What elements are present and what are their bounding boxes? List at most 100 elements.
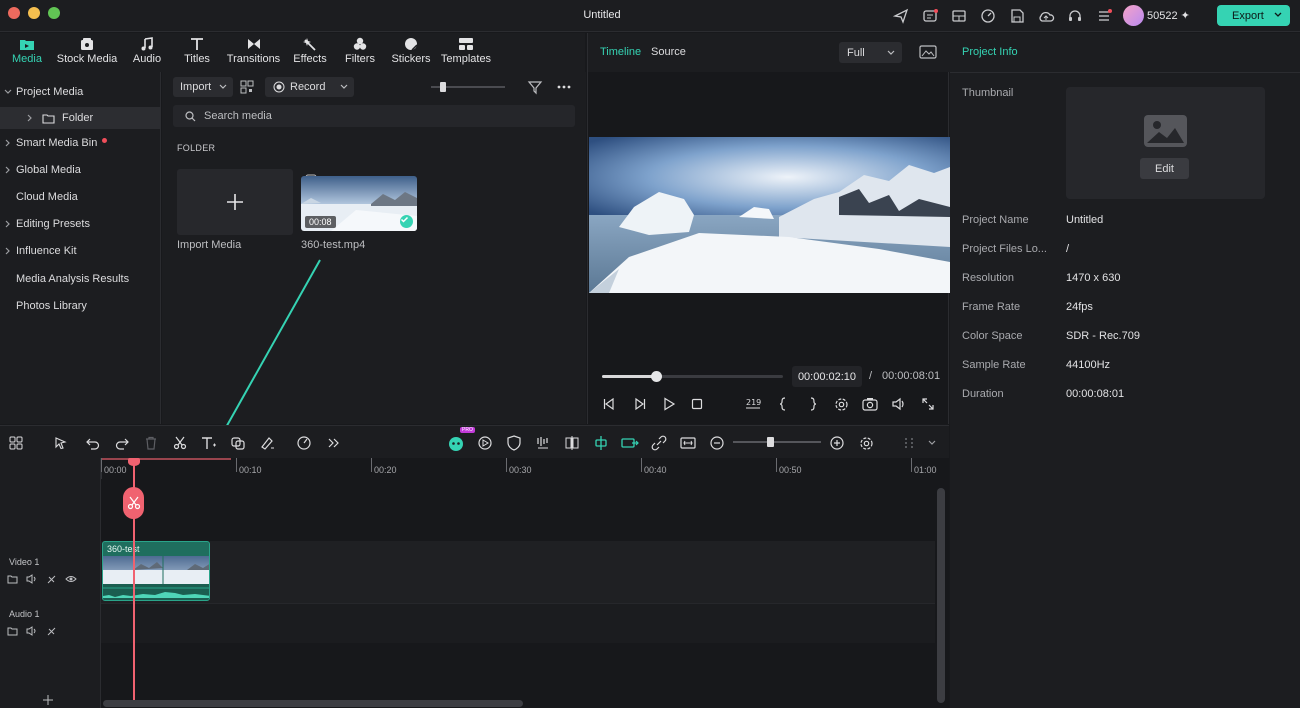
credits-count[interactable]: 50522 ✦ xyxy=(1147,9,1190,22)
import-media-tile[interactable] xyxy=(177,169,293,235)
avatar[interactable] xyxy=(1123,5,1144,26)
crop-icon[interactable] xyxy=(229,434,247,452)
layout-icon[interactable] xyxy=(949,6,969,26)
video-track-row[interactable]: 360-test xyxy=(101,541,935,603)
text-tool-icon[interactable] xyxy=(200,434,218,452)
tab-stock-media[interactable]: Stock Media xyxy=(56,37,118,65)
next-frame-icon[interactable] xyxy=(631,395,649,413)
zoom-in-icon[interactable] xyxy=(828,434,846,452)
folder-icon[interactable] xyxy=(7,574,18,584)
save-icon[interactable] xyxy=(1007,6,1027,26)
video-preview[interactable] xyxy=(589,137,950,293)
thumbnail-edit-button[interactable]: Edit xyxy=(1140,158,1189,179)
slider-knob[interactable] xyxy=(767,437,774,447)
thumbnail-size-slider[interactable] xyxy=(431,82,505,92)
tab-effects[interactable]: Effects xyxy=(291,37,329,65)
snapshot-camera-icon[interactable] xyxy=(861,395,879,413)
cloud-upload-icon[interactable] xyxy=(1036,6,1056,26)
qr-scan-icon[interactable] xyxy=(239,79,255,95)
playback-progress-bar[interactable] xyxy=(602,371,783,382)
tab-audio[interactable]: Audio xyxy=(130,37,164,65)
folder-icon[interactable] xyxy=(7,626,18,636)
news-icon[interactable] xyxy=(920,6,940,26)
layout-grid-icon[interactable] xyxy=(7,434,25,452)
tab-transitions[interactable]: Transitions xyxy=(225,37,282,65)
snap-icon[interactable] xyxy=(592,434,610,452)
settings-gear-icon[interactable] xyxy=(832,395,850,413)
tab-timeline[interactable]: Timeline xyxy=(600,46,641,58)
unlink-icon[interactable] xyxy=(650,434,668,452)
sidebar-item-influence-kit[interactable]: Influence Kit xyxy=(0,240,161,262)
sidebar-item-editing-presets[interactable]: Editing Presets xyxy=(0,213,161,235)
volume-icon[interactable] xyxy=(890,395,908,413)
sidebar-item-folder[interactable]: Folder xyxy=(0,107,161,129)
vertical-scrollbar[interactable] xyxy=(937,488,945,703)
progress-knob[interactable] xyxy=(651,371,663,382)
import-button[interactable]: Import xyxy=(173,77,233,97)
color-pen-icon[interactable] xyxy=(258,434,276,452)
mark-out-icon[interactable] xyxy=(804,395,822,413)
aspect-ratio-icon[interactable]: 219 xyxy=(744,395,762,413)
sidebar-item-smart-media-bin[interactable]: Smart Media Bin xyxy=(0,132,161,154)
sidebar-item-photos-library[interactable]: Photos Library xyxy=(0,295,161,317)
tab-templates[interactable]: Templates xyxy=(440,37,492,65)
send-icon[interactable] xyxy=(891,6,911,26)
drag-handle-icon[interactable] xyxy=(900,434,918,452)
chevron-down-icon[interactable] xyxy=(923,434,941,452)
link-clip-icon[interactable] xyxy=(621,434,639,452)
more-options-icon[interactable] xyxy=(556,79,572,95)
undo-icon[interactable] xyxy=(84,434,102,452)
sidebar-item-global-media[interactable]: Global Media xyxy=(0,159,161,181)
select-pointer-icon[interactable] xyxy=(52,434,70,452)
audio-stretch-icon[interactable] xyxy=(534,434,552,452)
headset-icon[interactable] xyxy=(1065,6,1085,26)
fullscreen-icon[interactable] xyxy=(919,395,937,413)
media-clip-thumbnail[interactable]: 00:08 xyxy=(301,176,417,231)
sidebar-item-cloud-media[interactable]: Cloud Media xyxy=(0,186,161,208)
more-tools-chevron-icon[interactable] xyxy=(325,434,343,452)
record-button[interactable]: Record xyxy=(265,77,354,97)
sidebar-item-project-media[interactable]: Project Media xyxy=(0,81,161,103)
speed-ramp-icon[interactable] xyxy=(295,434,313,452)
tab-titles[interactable]: Titles xyxy=(180,37,214,65)
filter-funnel-icon[interactable] xyxy=(527,79,543,95)
timeline-clip[interactable]: 360-test xyxy=(102,541,210,601)
timeline-settings-icon[interactable] xyxy=(857,434,875,452)
tab-filters[interactable]: Filters xyxy=(342,37,378,65)
split-scissors-icon[interactable] xyxy=(171,434,189,452)
lock-icon[interactable] xyxy=(46,626,57,636)
tab-source[interactable]: Source xyxy=(651,46,686,58)
add-track-icon[interactable] xyxy=(43,695,53,705)
horizontal-scrollbar[interactable] xyxy=(103,700,523,707)
zoom-out-icon[interactable] xyxy=(708,434,726,452)
audio-track-row[interactable] xyxy=(101,603,935,643)
fit-timeline-icon[interactable] xyxy=(679,434,697,452)
zoom-select[interactable]: Full xyxy=(839,42,902,63)
slider-knob[interactable] xyxy=(440,82,446,92)
stop-icon[interactable] xyxy=(688,395,706,413)
sidebar-item-media-analysis[interactable]: Media Analysis Results xyxy=(0,268,161,290)
lock-icon[interactable] xyxy=(46,574,57,584)
volume-icon[interactable] xyxy=(26,626,38,636)
volume-icon[interactable] xyxy=(26,574,38,584)
tab-media[interactable]: Media xyxy=(10,37,44,65)
shield-icon[interactable] xyxy=(505,434,523,452)
mirror-icon[interactable] xyxy=(563,434,581,452)
redo-icon[interactable] xyxy=(113,434,131,452)
export-button[interactable]: Export xyxy=(1217,5,1290,26)
timeline-ruler[interactable]: 00:00 00:10 00:20 00:30 00:40 00:50 01:0… xyxy=(101,458,949,479)
delete-trash-icon[interactable] xyxy=(142,434,160,452)
tab-stickers[interactable]: Stickers xyxy=(390,37,432,65)
eye-icon[interactable] xyxy=(65,574,77,584)
split-scissors-icon[interactable] xyxy=(123,487,144,519)
previous-frame-icon[interactable] xyxy=(600,395,618,413)
image-quality-icon[interactable] xyxy=(919,44,937,60)
mark-in-icon[interactable] xyxy=(774,395,792,413)
play-icon[interactable] xyxy=(660,395,678,413)
timeline-zoom-slider[interactable] xyxy=(733,437,821,447)
menu-list-icon[interactable] xyxy=(1094,6,1114,26)
gauge-icon[interactable] xyxy=(978,6,998,26)
auto-reframe-icon[interactable] xyxy=(476,434,494,452)
search-media-input[interactable]: Search media xyxy=(173,105,575,127)
ai-copilot-icon[interactable] xyxy=(447,434,465,452)
